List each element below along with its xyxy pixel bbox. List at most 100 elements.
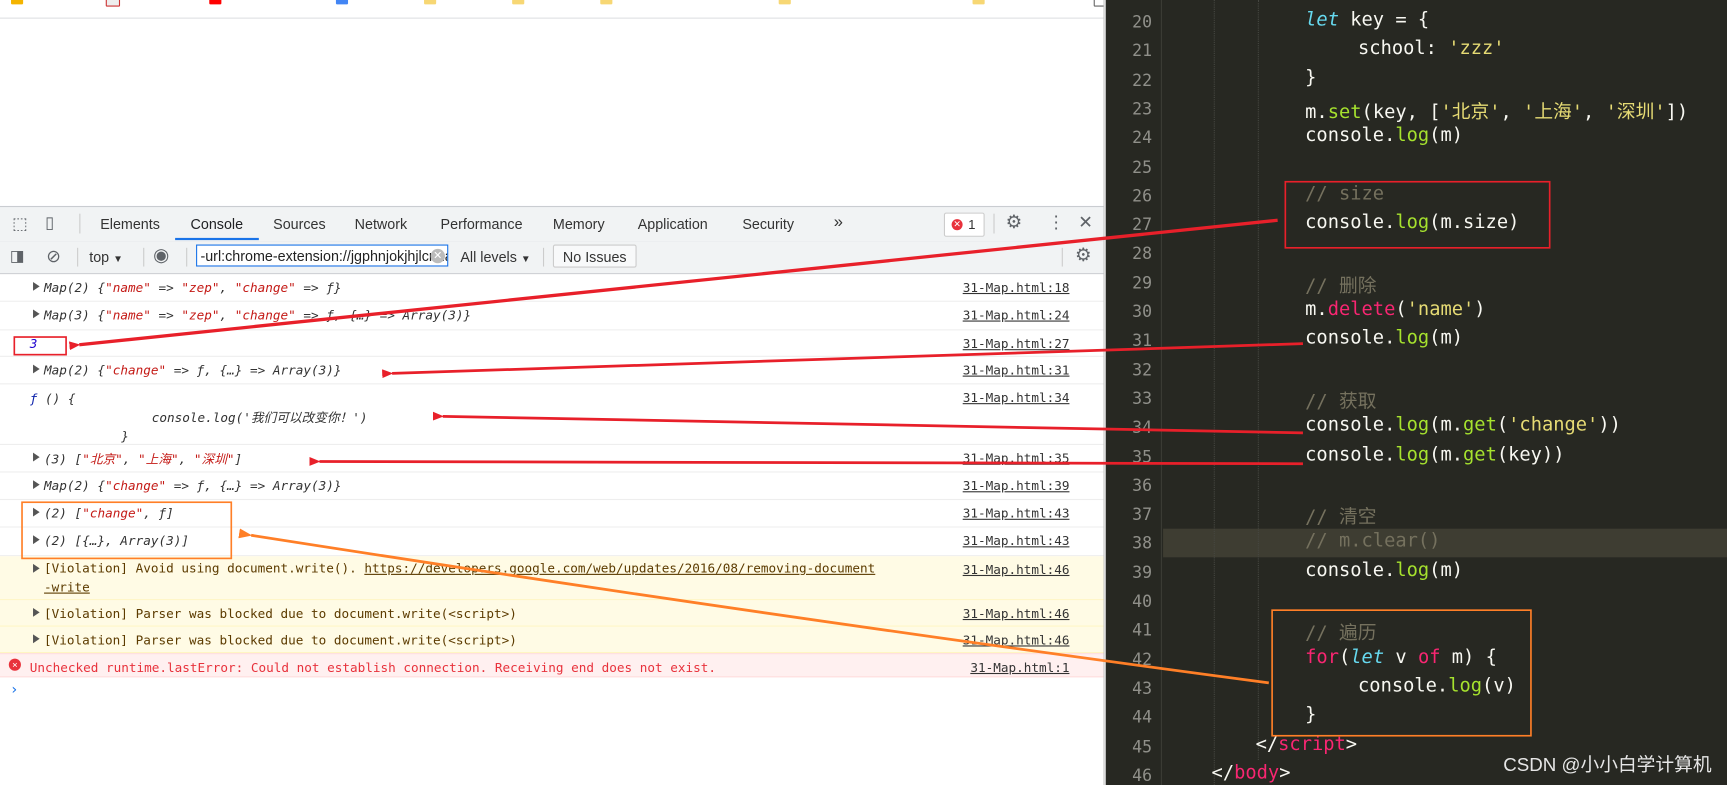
expand-triangle-icon[interactable]: [33, 634, 40, 644]
code-line[interactable]: </body>: [1212, 762, 1291, 784]
folder-icon[interactable]: [600, 0, 613, 5]
source-link[interactable]: 31-Map.html:43: [963, 533, 1070, 548]
code-line[interactable]: // 获取: [1305, 385, 1376, 413]
expand-triangle-icon[interactable]: [33, 607, 40, 617]
source-link[interactable]: 31-Map.html:39: [963, 478, 1070, 493]
settings-gear-icon[interactable]: ⚙: [1006, 211, 1023, 233]
folder-icon[interactable]: [778, 0, 791, 5]
expand-triangle-icon[interactable]: [33, 535, 40, 545]
code-line[interactable]: console.log(m): [1305, 125, 1463, 147]
code-line[interactable]: console.log(v): [1358, 675, 1516, 697]
more-tabs-button[interactable]: »: [834, 213, 843, 232]
console-prompt[interactable]: ›: [10, 682, 19, 699]
console-settings-gear-icon[interactable]: ⚙: [1075, 245, 1092, 267]
code-token: // 获取: [1305, 390, 1377, 413]
youtube-icon[interactable]: [209, 0, 222, 5]
message-token: "change": [234, 307, 296, 323]
source-link[interactable]: 31-Map.html:46: [963, 606, 1070, 621]
source-link[interactable]: 31-Map.html:1: [970, 660, 1069, 675]
code-line[interactable]: m.set(key, ['北京', '上海', '深圳']): [1305, 96, 1688, 123]
expand-triangle-icon[interactable]: [33, 364, 40, 374]
code-token: console.: [1305, 327, 1396, 350]
line-number: 25: [1132, 156, 1153, 177]
code-token: // size: [1305, 182, 1385, 205]
code-line[interactable]: console.log(m.get('change')): [1305, 414, 1621, 436]
console-message-text: Map(2) {"change" => ƒ, {…} => Array(3)}: [44, 478, 341, 493]
device-toolbar-icon[interactable]: ▯: [45, 213, 54, 233]
source-link[interactable]: 31-Map.html:24: [963, 307, 1070, 322]
live-expression-eye-icon[interactable]: ◉: [153, 245, 169, 267]
expand-triangle-icon[interactable]: [33, 281, 40, 291]
source-link[interactable]: 31-Map.html:35: [963, 450, 1070, 465]
apps-icon[interactable]: [11, 0, 24, 5]
code-line[interactable]: m.delete('name'): [1305, 298, 1485, 320]
console-message-text: ƒ () { console.log('我们可以改变你！') }: [30, 390, 368, 446]
source-link[interactable]: 31-Map.html:46: [963, 632, 1070, 647]
line-number: 22: [1132, 70, 1153, 90]
line-number: 41: [1132, 620, 1153, 641]
code-line[interactable]: let key = {: [1305, 9, 1429, 31]
log-levels-dropdown[interactable]: All levels ▼: [460, 249, 530, 266]
code-line[interactable]: }: [1305, 67, 1316, 89]
source-link[interactable]: 31-Map.html:18: [963, 280, 1070, 295]
error-count: 1: [968, 216, 976, 233]
code-line[interactable]: </script>: [1256, 733, 1358, 755]
close-icon[interactable]: ✕: [1078, 211, 1093, 233]
tab-security[interactable]: Security: [742, 216, 794, 233]
error-icon: ✕: [8, 658, 21, 671]
current-line-highlight: [1163, 528, 1727, 558]
inspect-element-icon[interactable]: ⬚: [12, 214, 28, 234]
expand-triangle-icon[interactable]: [33, 480, 40, 490]
code-line[interactable]: // m.clear(): [1305, 530, 1440, 552]
line-number: 30: [1132, 301, 1153, 322]
tab-application[interactable]: Application: [638, 216, 708, 233]
clear-filter-icon[interactable]: ✕: [430, 248, 445, 264]
code-token: >: [1279, 761, 1291, 784]
tab-sources[interactable]: Sources: [273, 216, 326, 233]
source-link[interactable]: 31-Map.html:46: [963, 562, 1070, 577]
expand-triangle-icon[interactable]: [33, 452, 40, 462]
source-link[interactable]: 31-Map.html:43: [963, 506, 1070, 521]
tab-network[interactable]: Network: [355, 216, 408, 233]
error-count-badge[interactable]: ✕ 1: [943, 212, 985, 237]
console-message-log: Map(2) {"change" => ƒ, {…} => Array(3)} 3…: [0, 357, 1104, 385]
gmail-icon[interactable]: [105, 0, 121, 7]
folder-icon[interactable]: [972, 0, 985, 5]
tab-memory[interactable]: Memory: [553, 216, 605, 233]
source-link[interactable]: 31-Map.html:31: [963, 362, 1070, 377]
code-line[interactable]: console.log(m): [1305, 559, 1463, 581]
code-token: log: [1395, 124, 1430, 147]
tab-console[interactable]: Console: [191, 216, 244, 233]
code-line[interactable]: // size: [1305, 183, 1384, 205]
issues-button[interactable]: No Issues: [552, 244, 637, 268]
code-line[interactable]: console.log(m.get(key)): [1305, 443, 1564, 465]
reading-list-icon[interactable]: [1093, 0, 1104, 7]
folder-icon[interactable]: [512, 0, 525, 5]
code-token: of: [1417, 646, 1441, 669]
code-line[interactable]: school: 'zzz': [1358, 38, 1505, 60]
code-line[interactable]: console.log(m): [1305, 327, 1463, 349]
code-line[interactable]: for(let v of m) {: [1305, 646, 1497, 668]
console-filter-input[interactable]: -url:chrome-extension://jgphnjokjhjlcnna…: [196, 244, 449, 267]
sidebar-toggle-icon[interactable]: ◨: [10, 247, 25, 266]
message-token: "zep": [181, 279, 220, 296]
folder-icon[interactable]: [424, 0, 437, 5]
console-message-log: 3 31-Map.html:27: [0, 330, 1104, 357]
expand-triangle-icon[interactable]: [33, 309, 40, 319]
clear-console-icon[interactable]: ⊘: [46, 246, 61, 268]
code-line[interactable]: // 清空: [1305, 501, 1376, 529]
expand-triangle-icon[interactable]: [33, 507, 40, 517]
tab-elements[interactable]: Elements: [100, 216, 160, 233]
source-link[interactable]: 31-Map.html:34: [963, 390, 1070, 405]
expand-triangle-icon[interactable]: [33, 563, 40, 573]
context-selector[interactable]: top ▼: [89, 249, 123, 266]
code-line[interactable]: // 删除: [1305, 269, 1376, 297]
maps-icon[interactable]: [335, 0, 349, 5]
code-token: log: [1448, 675, 1483, 698]
code-line[interactable]: }: [1305, 704, 1316, 726]
more-options-icon[interactable]: ⋮: [1047, 211, 1065, 233]
tab-performance[interactable]: Performance: [441, 216, 523, 233]
code-line[interactable]: // 遍历: [1305, 617, 1376, 645]
source-link[interactable]: 31-Map.html:27: [963, 336, 1070, 351]
code-line[interactable]: console.log(m.size): [1305, 212, 1519, 234]
